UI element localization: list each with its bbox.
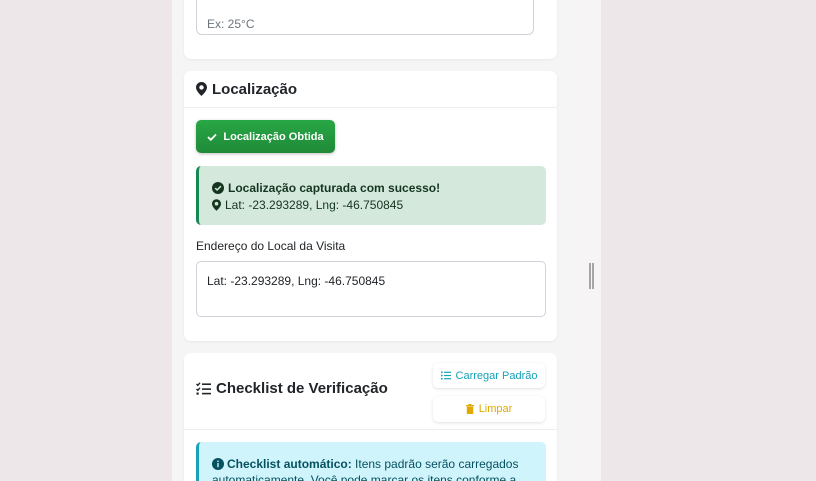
checklist-info-alert: Checklist automático: Itens padrão serão…: [196, 442, 546, 481]
temperature-input[interactable]: Ex: 25°C: [196, 0, 534, 35]
address-textarea[interactable]: Lat: -23.293289, Lng: -46.750845: [196, 261, 546, 317]
check-circle-icon: [212, 181, 224, 194]
address-value: Lat: -23.293289, Lng: -46.750845: [207, 274, 386, 288]
temperature-placeholder: Ex: 25°C: [207, 17, 255, 31]
load-default-label: Carregar Padrão: [455, 369, 538, 382]
location-obtained-button[interactable]: Localização Obtida: [196, 120, 335, 153]
location-alert-coords: Lat: -23.293289, Lng: -46.750845: [225, 197, 404, 212]
checklist-title: Checklist de Verificação: [216, 380, 388, 397]
load-default-button[interactable]: Carregar Padrão: [433, 363, 545, 388]
checklist-title-row: Checklist de Verificação: [196, 380, 388, 397]
location-title: Localização: [212, 80, 298, 98]
map-marker-icon: [212, 198, 221, 211]
side-panel-strip: [582, 0, 601, 481]
checklist-info-strong: Checklist automático:: [227, 457, 352, 471]
temperature-card: Ex: 25°C: [184, 0, 557, 59]
resize-handle[interactable]: [589, 263, 594, 289]
clear-button[interactable]: Limpar: [433, 396, 545, 422]
location-button-label: Localização Obtida: [223, 130, 324, 143]
clear-label: Limpar: [478, 403, 513, 415]
checklist-header: Checklist de Verificação Carregar Padrão: [184, 353, 557, 430]
trash-icon: [465, 404, 474, 414]
checklist-card: Checklist de Verificação Carregar Padrão: [184, 353, 557, 481]
location-card: Localização Localização Obtida Localizaç…: [184, 71, 557, 341]
list-icon: [440, 371, 451, 380]
check-icon: [207, 133, 218, 141]
location-alert-title: Localização capturada com sucesso!: [228, 180, 441, 195]
info-circle-icon: [212, 458, 224, 470]
map-marker-icon: [196, 82, 207, 96]
list-check-icon: [196, 382, 211, 395]
address-label: Endereço do Local da Visita: [196, 239, 346, 253]
location-success-alert: Localização capturada com sucesso! Lat: …: [196, 166, 546, 225]
location-header: Localização: [184, 71, 557, 108]
